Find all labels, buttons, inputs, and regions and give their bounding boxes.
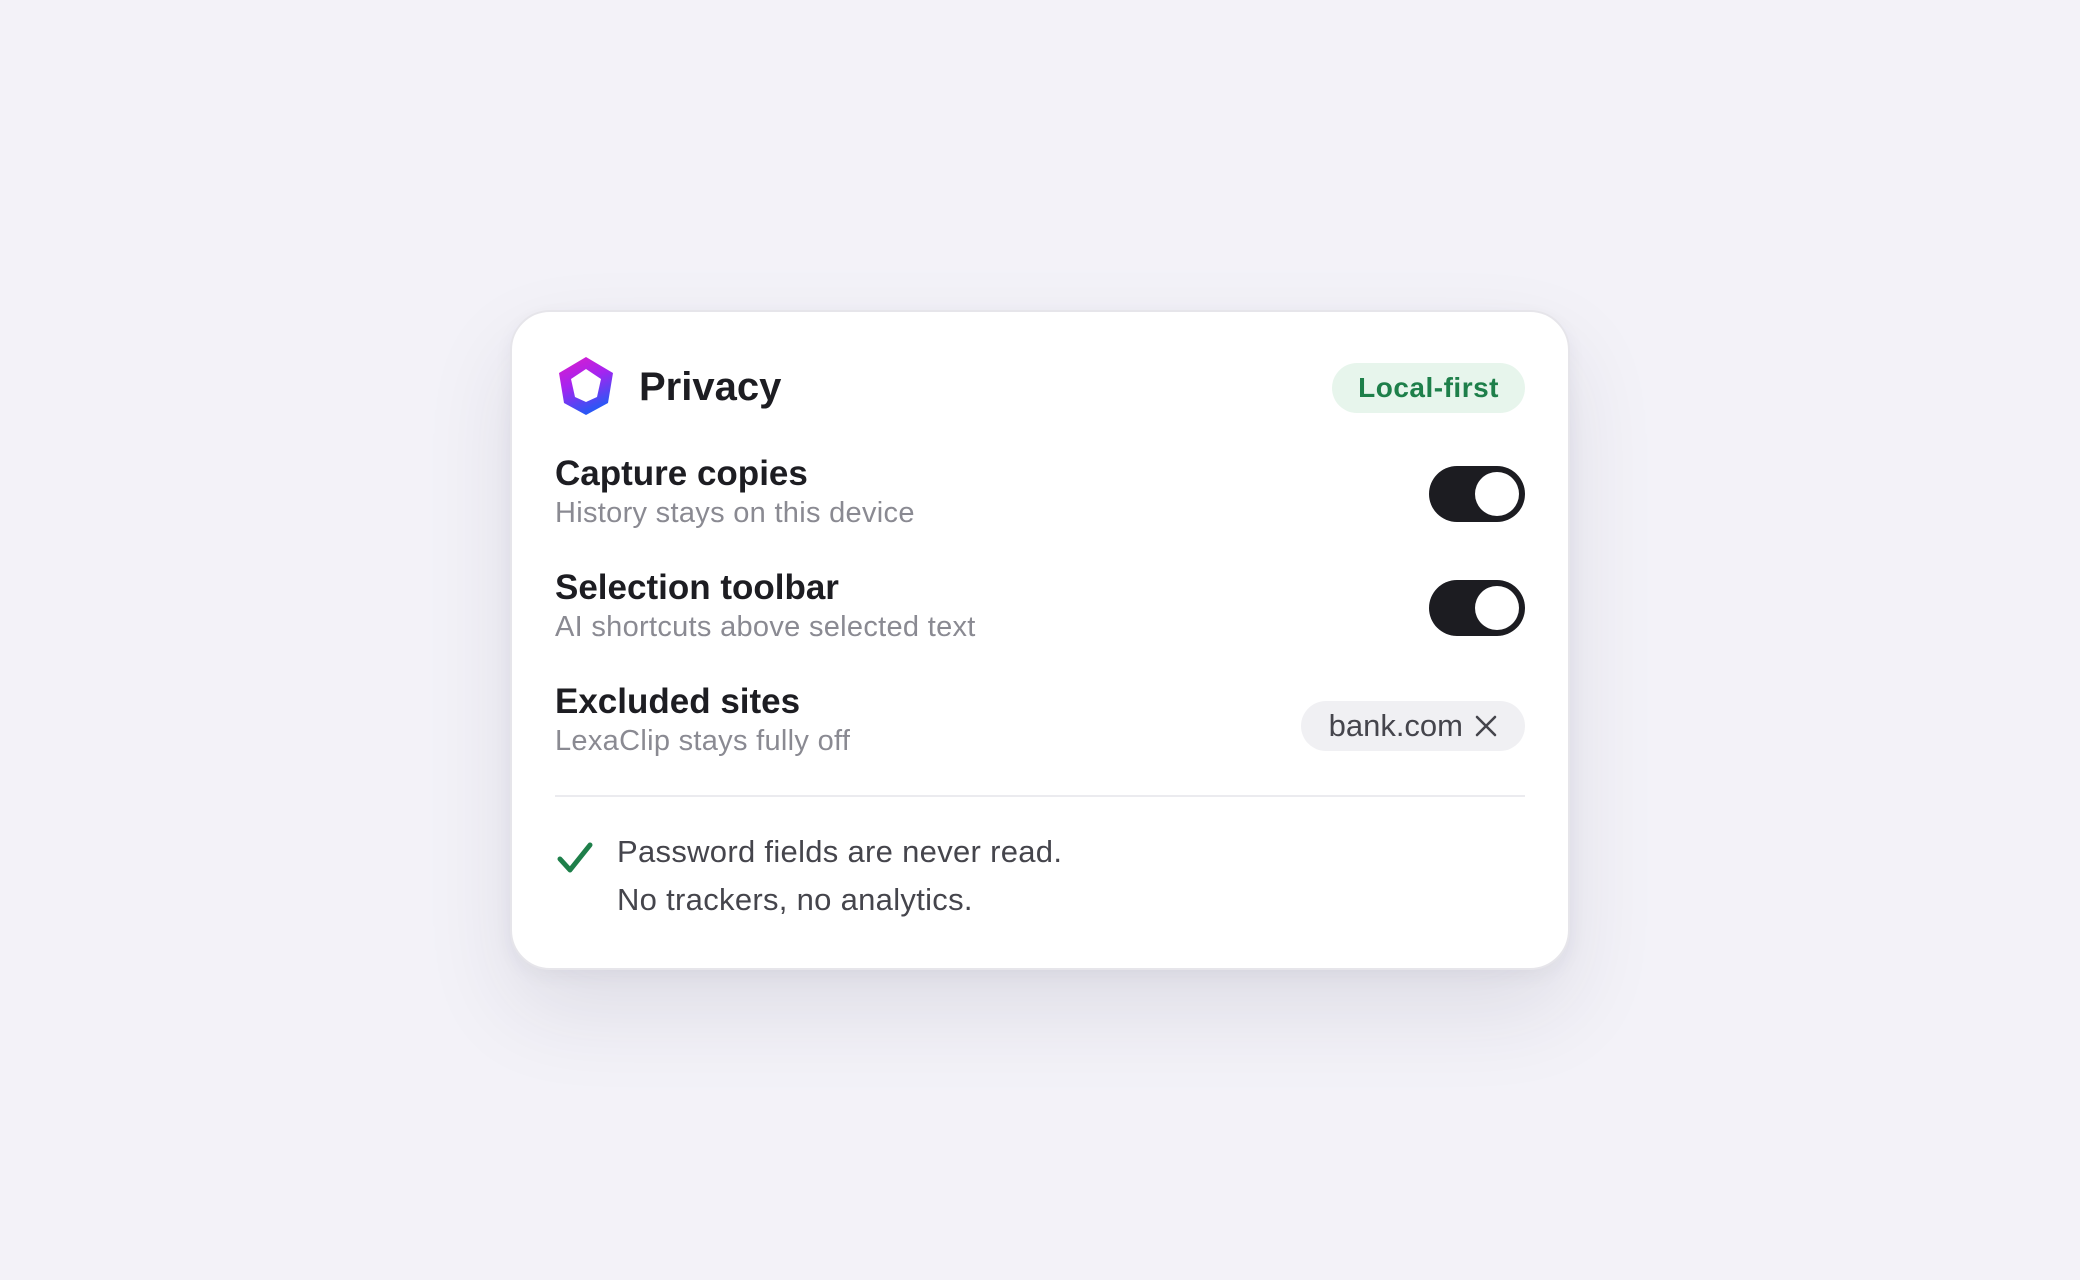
toggle-knob (1475, 472, 1519, 516)
panel-title: Privacy (639, 365, 782, 409)
setting-excluded-sites: Excluded sites LexaClip stays fully off … (555, 682, 1525, 772)
setting-label: Capture copies (555, 454, 808, 493)
excluded-site-label: bank.com (1328, 708, 1463, 743)
privacy-card: Privacy Local-first Capture copies Histo… (510, 310, 1570, 970)
checkmark-icon (557, 842, 593, 873)
capture-copies-toggle[interactable] (1429, 466, 1525, 522)
divider (555, 795, 1525, 797)
setting-label: Excluded sites (555, 682, 801, 721)
setting-description: AI shortcuts above selected text (555, 611, 976, 643)
card-header: Privacy Local-first (555, 355, 1525, 417)
lexaclip-logo-icon (559, 357, 613, 415)
toggle-knob (1475, 586, 1519, 630)
setting-description: LexaClip stays fully off (555, 725, 851, 757)
selection-toolbar-toggle[interactable] (1429, 580, 1525, 636)
close-icon[interactable] (1473, 713, 1499, 739)
excluded-site-chip: bank.com (1300, 701, 1525, 751)
setting-capture-copies: Capture copies History stays on this dev… (555, 454, 1525, 544)
local-first-badge: Local-first (1332, 363, 1525, 413)
note-line: Password fields are never read. (617, 834, 1063, 869)
note-line: No trackers, no analytics. (617, 882, 973, 917)
setting-description: History stays on this device (555, 497, 915, 529)
setting-label: Selection toolbar (555, 568, 839, 607)
setting-selection-toolbar: Selection toolbar AI shortcuts above sel… (555, 568, 1525, 658)
